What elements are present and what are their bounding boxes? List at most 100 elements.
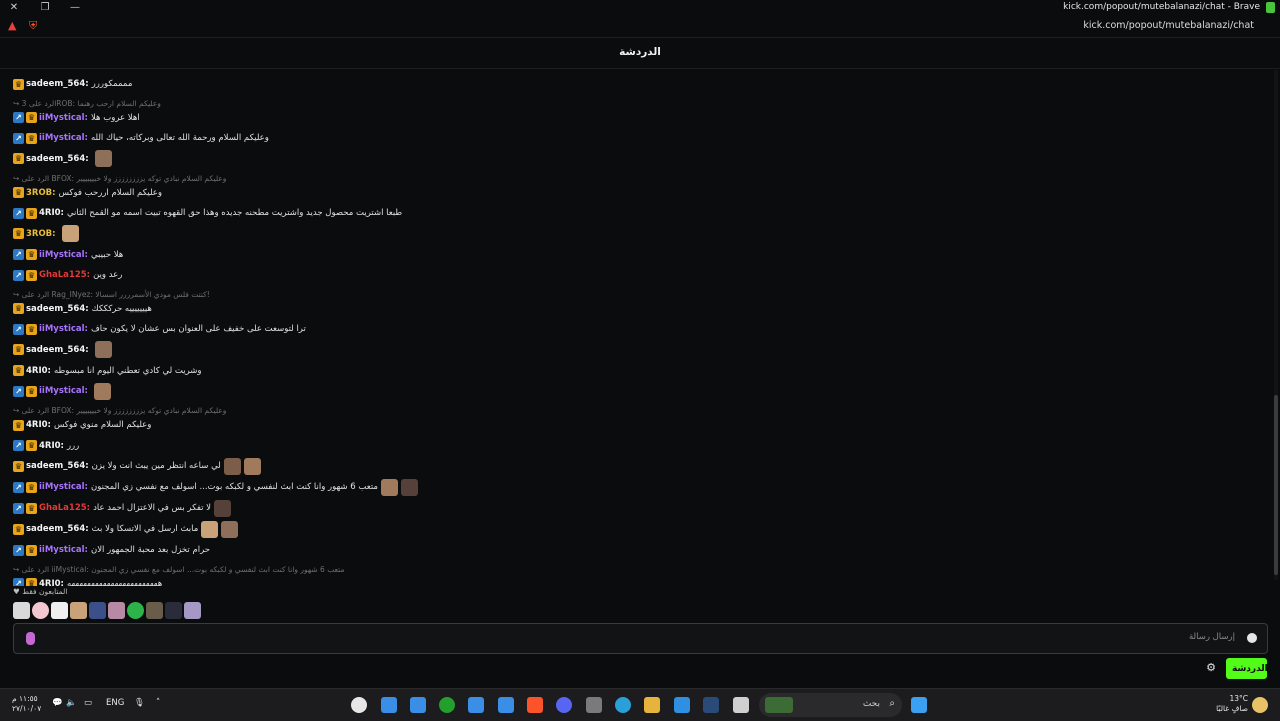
emote-button[interactable] [108, 602, 125, 619]
chat-username[interactable]: 3ROB: [26, 188, 56, 198]
minimize-icon[interactable]: — [67, 1, 83, 15]
brave-shield-icon[interactable]: ⛨ [29, 19, 37, 33]
chat-message[interactable]: ↗ ♛ 4RI0: طبعا اشتريت محصول جديد واشتريت مط… [13, 205, 402, 221]
chat-username[interactable]: 4RI0: [39, 441, 64, 451]
chat-message[interactable]: ↗ ♛ iiMystical: وعليكم السلام ورحمة الله تع… [13, 130, 269, 146]
settings-gear-icon[interactable]: ⚙ [1206, 661, 1216, 674]
chat-message[interactable]: ↗ ♛ iiMystical: حرام تخزل بعد محبة الجمهور … [13, 542, 210, 558]
chat-emote[interactable] [61, 225, 79, 242]
chat-username[interactable]: GhaLa125: [39, 270, 90, 280]
mic-tray-icon[interactable]: 🎙 [134, 698, 145, 708]
emote-button[interactable] [51, 602, 68, 619]
reply-reference[interactable]: ↪ الرد على 3ROB: وعليكم السلام ارحب رهنم… [13, 99, 161, 109]
chat-message[interactable]: ↗ ♛ 4RI0: ررر [13, 438, 79, 454]
network-icon[interactable]: ▭ [84, 698, 92, 708]
xbox-icon[interactable] [439, 697, 455, 713]
reply-reference[interactable]: ↪ الرد على BFOX: وعليكم السلام نبادي توك… [13, 174, 226, 184]
chat-username[interactable]: 4RI0: [26, 366, 51, 376]
taskbar-app-icon[interactable] [733, 697, 749, 713]
chat-message[interactable]: ♛ sadeem_564: هيييييييه حركككك [13, 301, 152, 317]
chat-message[interactable]: ♛ 4RI0: وشريت لي كادي تعطني اليوم انا مبسو… [13, 363, 202, 379]
chat-message[interactable]: ♛ sadeem_564: ممممكوررر [13, 76, 132, 92]
send-chat-button[interactable]: الدردشة [1226, 658, 1268, 679]
chat-username[interactable]: sadeem_564: [26, 461, 89, 471]
emote-button[interactable] [146, 602, 163, 619]
chat-message[interactable]: ↗ ♛ iiMystical: اهلا عروب هلا [13, 110, 140, 126]
chat-username[interactable]: sadeem_564: [26, 304, 89, 314]
chat-emote[interactable] [201, 520, 219, 538]
chat-emote[interactable] [243, 457, 261, 475]
chat-emote[interactable] [221, 520, 239, 538]
chat-username[interactable]: sadeem_564: [26, 154, 89, 164]
emote-button[interactable] [165, 602, 182, 619]
file-explorer-icon[interactable] [644, 697, 660, 713]
taskbar-app-icon[interactable] [674, 697, 690, 713]
close-icon[interactable]: ✕ [6, 1, 22, 15]
chat-emote[interactable] [94, 341, 112, 358]
chat-emote[interactable] [93, 382, 111, 400]
chat-scrollbar-thumb[interactable] [1274, 395, 1278, 575]
chat-message[interactable]: ♛ sadeem_564: [13, 341, 112, 358]
taskbar-app-icon[interactable] [468, 697, 484, 713]
steam-icon[interactable] [703, 697, 719, 713]
emote-button[interactable] [127, 602, 144, 619]
chat-username[interactable]: 4RI0: [39, 579, 64, 587]
volume-icon[interactable]: 🔈 [66, 698, 77, 708]
chat-message[interactable]: ♛ sadeem_564: مابث ارسل في الاتسكا ولا بث [13, 520, 239, 538]
chat-message[interactable]: ↗ ♛ iiMystical: هلا حبيبي [13, 247, 123, 263]
chevron-up-icon[interactable]: ˄ [156, 698, 160, 708]
emote-button[interactable] [184, 602, 201, 619]
taskbar-app-icon[interactable] [381, 697, 397, 713]
notification-icon[interactable]: 💬 [52, 698, 63, 708]
chat-username[interactable]: sadeem_564: [26, 79, 89, 89]
windows-start-icon[interactable] [911, 697, 927, 713]
edge-icon[interactable] [615, 697, 631, 713]
taskbar-app-icon[interactable] [351, 697, 367, 713]
brave-rewards-icon[interactable]: ▲ [8, 19, 16, 33]
chat-message[interactable]: ↗ ♛ iiMystical: [13, 382, 111, 400]
emote-button[interactable] [13, 602, 30, 619]
chat-input[interactable]: إرسال رسالة [13, 623, 1268, 654]
emoji-icon[interactable] [1247, 633, 1257, 643]
chat-username[interactable]: iiMystical: [39, 324, 88, 334]
microphone-icon[interactable] [26, 632, 35, 645]
chat-username[interactable]: 3ROB: [26, 229, 56, 239]
chat-message[interactable]: ↗ ♛ iiMystical: متعب 6 شهور وانا كنت ابث لن… [13, 478, 418, 496]
chat-message[interactable]: ↗ ♛ iiMystical: ترا لتوسعت على خفيف على الع… [13, 321, 306, 337]
taskbar-search[interactable]: بحث ⌕ [759, 693, 902, 717]
emote-button[interactable] [89, 602, 106, 619]
chat-emote[interactable] [94, 150, 112, 167]
chat-message[interactable]: ♛ 4RI0: وعليكم السلام منوي فوكس [13, 417, 151, 433]
chat-message[interactable]: ♛ sadeem_564: لي ساعه انتظر مين يبث انت ول… [13, 457, 261, 475]
brave-taskbar-icon[interactable] [527, 697, 543, 713]
store-icon[interactable] [586, 697, 602, 713]
chat-username[interactable]: iiMystical: [39, 545, 88, 555]
emote-button[interactable] [70, 602, 87, 619]
language-indicator[interactable]: ENG [106, 698, 124, 708]
chat-message[interactable]: ↗ ♛ GhaLa125: رعد وين [13, 267, 122, 283]
chat-username[interactable]: iiMystical: [39, 113, 88, 123]
chat-emote[interactable] [214, 499, 232, 517]
reply-reference[interactable]: ↪ الرد على BFOX: وعليكم السلام نبادي توك… [13, 406, 226, 416]
discord-icon[interactable] [556, 697, 572, 713]
chat-emote[interactable] [380, 478, 398, 496]
chat-username[interactable]: iiMystical: [39, 386, 88, 396]
reply-reference[interactable]: ↪ الرد على iiMystical: متعب 6 شهور وانا … [13, 565, 344, 575]
taskbar-app-icon[interactable] [498, 697, 514, 713]
chat-message[interactable]: ♛ sadeem_564: [13, 150, 112, 167]
chat-username[interactable]: sadeem_564: [26, 345, 89, 355]
weather-widget[interactable]: 13°C صافٍ غالبًا [1200, 694, 1248, 714]
clock[interactable]: ١١:٥٥ م ٢٧/١٠/٠٧ [12, 694, 41, 714]
chat-message[interactable]: ↗ ♛ GhaLa125: لا تفكر بس في الاعتزال احمد ع… [13, 499, 232, 517]
url-bar[interactable]: kick.com/popout/mutebalanazi/chat [1083, 20, 1254, 31]
chat-message[interactable]: ♛ 3ROB: وعليكم السلام اررحب فوكس [13, 185, 162, 201]
chat-emote[interactable] [223, 457, 241, 475]
emote-button[interactable] [32, 602, 49, 619]
chat-username[interactable]: 4RI0: [26, 420, 51, 430]
chat-message[interactable]: ↗ ♛ 4RI0: هههههههههههههههههههههههه [13, 576, 162, 587]
chat-message[interactable]: ♛ 3ROB: [13, 225, 79, 242]
chat-username[interactable]: iiMystical: [39, 133, 88, 143]
chat-emote[interactable] [400, 478, 418, 496]
reply-reference[interactable]: ↪ الرد على Rag_INyez: كنتت فلس مودي الأس… [13, 290, 210, 300]
chat-username[interactable]: sadeem_564: [26, 524, 89, 534]
